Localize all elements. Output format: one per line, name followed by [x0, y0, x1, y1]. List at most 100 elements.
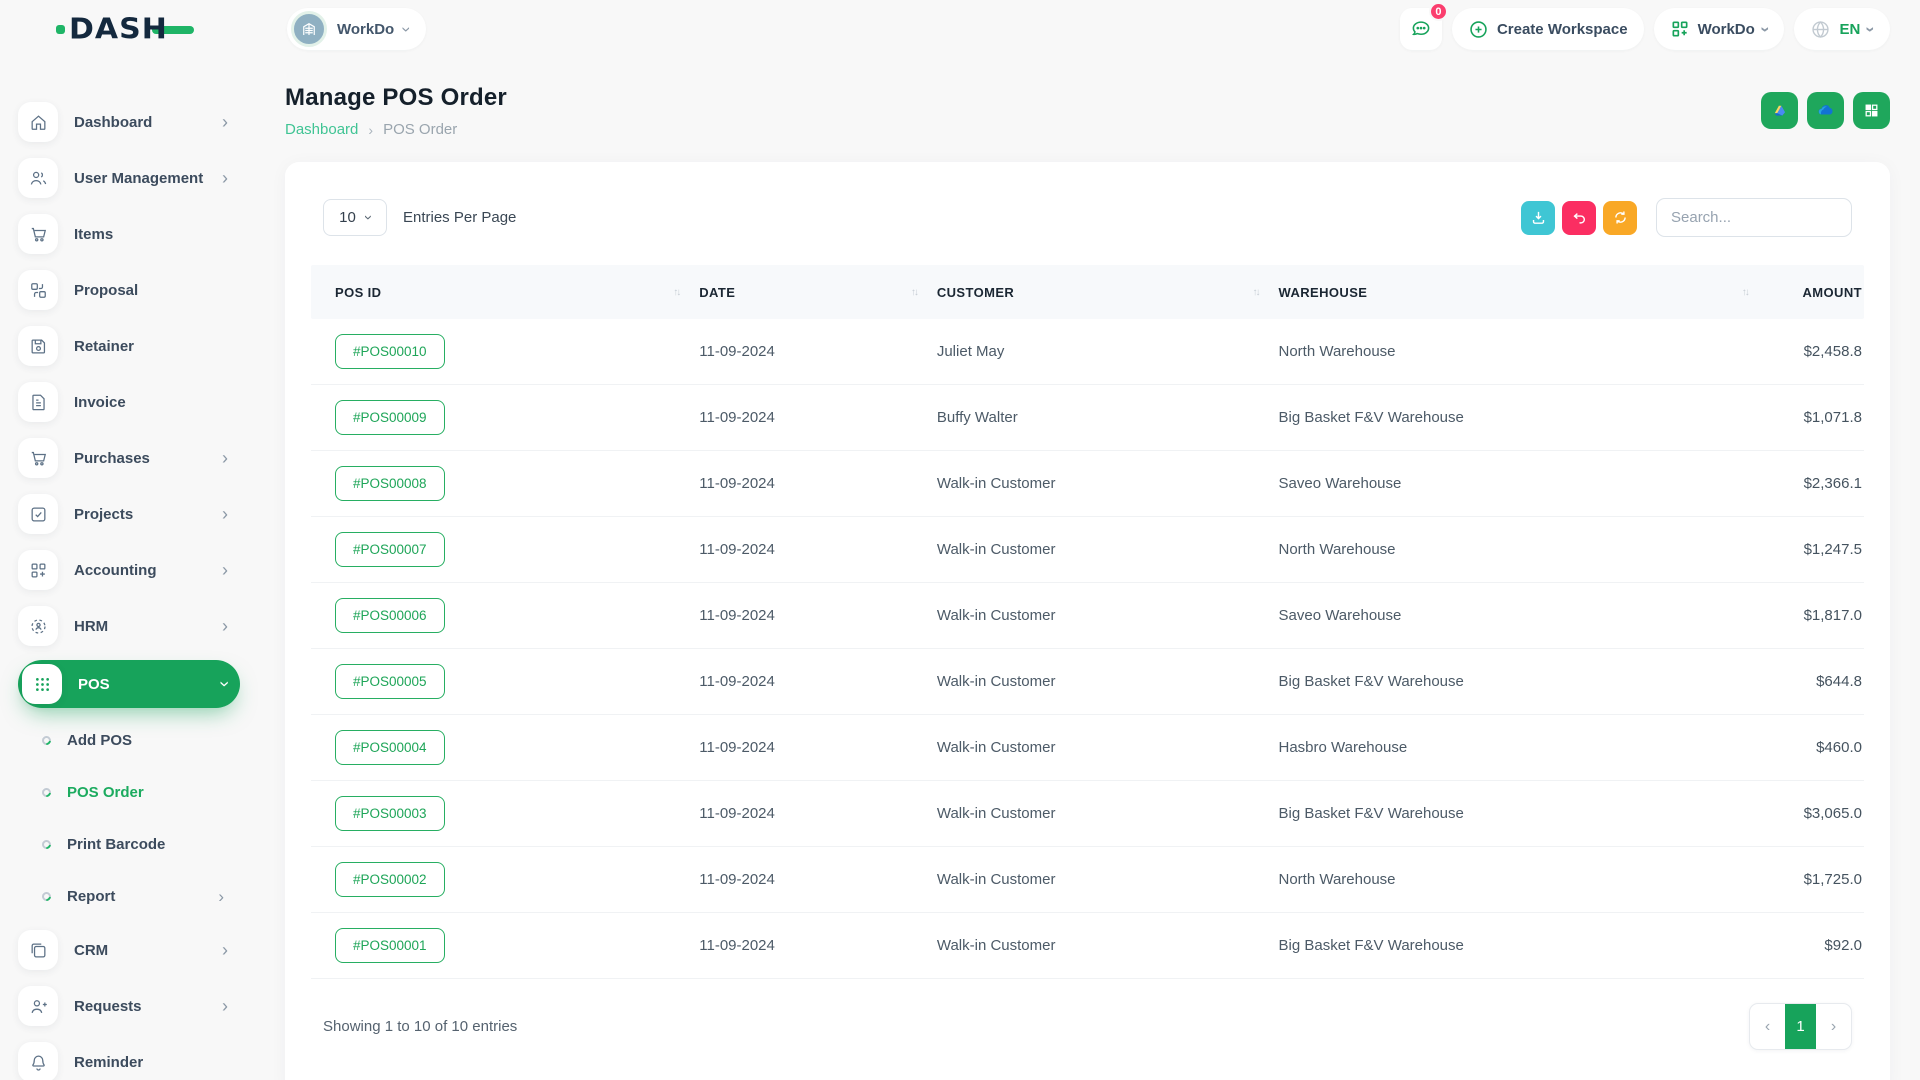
showing-entries-text: Showing 1 to 10 of 10 entries [323, 1018, 517, 1035]
language-selector[interactable]: EN › [1794, 8, 1890, 50]
sidebar-item-user-management[interactable]: User Management › [18, 156, 240, 200]
grid-view-button[interactable] [1853, 92, 1890, 129]
column-header-customer[interactable]: CUSTOMER ↑↓ [937, 285, 1279, 300]
date-cell: 11-09-2024 [699, 673, 937, 690]
table-row: #POS00010 11-09-2024 Juliet May North Wa… [311, 319, 1864, 385]
create-workspace-button[interactable]: Create Workspace [1452, 8, 1644, 50]
sidebar-item-dashboard[interactable]: Dashboard › [18, 100, 240, 144]
amount-cell: $1,725.0 [1768, 871, 1864, 888]
table-row: #POS00007 11-09-2024 Walk-in Customer No… [311, 517, 1864, 583]
workspace-selector[interactable]: WorkDo › [287, 8, 426, 50]
company-menu-button[interactable]: WorkDo › [1654, 8, 1785, 50]
pos-id-link[interactable]: #POS00007 [335, 532, 445, 567]
sidebar: Dashboard › User Management › Items Prop… [0, 58, 285, 1080]
pos-id-link[interactable]: #POS00003 [335, 796, 445, 831]
pagination-page-1[interactable]: 1 [1785, 1004, 1816, 1049]
column-header-pos-id[interactable]: POS ID ↑↓ [311, 285, 699, 300]
date-cell: 11-09-2024 [699, 871, 937, 888]
sidebar-item-invoice[interactable]: Invoice [18, 380, 240, 424]
sidebar-item-proposal[interactable]: Proposal [18, 268, 240, 312]
chevron-right-icon: › [218, 888, 224, 905]
download-icon [1530, 209, 1547, 226]
refresh-button[interactable] [1603, 201, 1637, 235]
swap-boxes-icon [29, 281, 48, 300]
check-square-icon [29, 505, 48, 524]
sidebar-item-accounting[interactable]: Accounting › [18, 548, 240, 592]
pagination-next-button[interactable]: › [1816, 1004, 1851, 1049]
customer-cell: Walk-in Customer [937, 805, 1279, 822]
breadcrumb-current: POS Order [383, 121, 457, 138]
bullet-icon [40, 838, 53, 851]
search-input[interactable] [1656, 198, 1852, 237]
logo-text: DASH [69, 12, 168, 45]
page-title: Manage POS Order [285, 84, 507, 112]
sidebar-item-retainer[interactable]: Retainer [18, 324, 240, 368]
customer-cell: Walk-in Customer [937, 937, 1279, 954]
users-icon [29, 169, 48, 188]
sidebar-item-requests[interactable]: Requests › [18, 984, 240, 1028]
entries-per-page-label: Entries Per Page [403, 209, 516, 226]
amount-cell: $2,458.8 [1768, 343, 1864, 360]
messages-button[interactable]: 0 [1400, 8, 1442, 50]
chevron-down-icon: › [366, 210, 371, 225]
plus-circle-icon [1468, 19, 1489, 40]
reset-button[interactable] [1562, 201, 1596, 235]
sidebar-subitem-print-barcode[interactable]: Print Barcode [18, 824, 240, 864]
column-header-amount[interactable]: AMOUNT [1768, 285, 1864, 300]
grid-icon [1863, 102, 1880, 119]
chevron-down-icon: › [222, 675, 228, 693]
warehouse-cell: North Warehouse [1279, 541, 1768, 558]
date-cell: 11-09-2024 [699, 343, 937, 360]
language-code: EN [1839, 21, 1860, 38]
sidebar-item-projects[interactable]: Projects › [18, 492, 240, 536]
sidebar-item-purchases[interactable]: Purchases › [18, 436, 240, 480]
pos-id-link[interactable]: #POS00005 [335, 664, 445, 699]
warehouse-cell: Big Basket F&V Warehouse [1279, 805, 1768, 822]
pos-id-link[interactable]: #POS00008 [335, 466, 445, 501]
date-cell: 11-09-2024 [699, 541, 937, 558]
sidebar-item-reminder[interactable]: Reminder [18, 1040, 240, 1080]
amount-cell: $2,366.1 [1768, 475, 1864, 492]
sidebar-item-items[interactable]: Items [18, 212, 240, 256]
sort-icon: ↑↓ [673, 287, 679, 298]
pagination: ‹ 1 › [1749, 1003, 1852, 1050]
customer-cell: Walk-in Customer [937, 871, 1279, 888]
sidebar-subitem-pos-order[interactable]: POS Order [18, 772, 240, 812]
company-menu-label: WorkDo [1698, 21, 1755, 38]
google-drive-button[interactable] [1761, 92, 1798, 129]
sidebar-subitem-add-pos[interactable]: Add POS [18, 720, 240, 760]
pos-id-link[interactable]: #POS00002 [335, 862, 445, 897]
pagination-prev-button[interactable]: ‹ [1750, 1004, 1785, 1049]
column-header-warehouse[interactable]: WAREHOUSE ↑↓ [1279, 285, 1768, 300]
table-row: #POS00005 11-09-2024 Walk-in Customer Bi… [311, 649, 1864, 715]
amount-cell: $460.0 [1768, 739, 1864, 756]
table-row: #POS00008 11-09-2024 Walk-in Customer Sa… [311, 451, 1864, 517]
pos-id-link[interactable]: #POS00001 [335, 928, 445, 963]
chevron-down-icon: › [1868, 21, 1874, 38]
hrm-icon [29, 617, 48, 636]
app-logo: DASH [56, 12, 287, 47]
chevron-right-icon: › [222, 997, 228, 1015]
sidebar-item-crm[interactable]: CRM › [18, 928, 240, 972]
chevron-right-icon: › [222, 941, 228, 959]
bullet-icon [40, 786, 53, 799]
date-cell: 11-09-2024 [699, 739, 937, 756]
breadcrumb-dashboard-link[interactable]: Dashboard [285, 121, 358, 138]
export-button[interactable] [1521, 201, 1555, 235]
sidebar-subitem-report[interactable]: Report › [18, 876, 240, 916]
pos-id-link[interactable]: #POS00006 [335, 598, 445, 633]
onedrive-button[interactable] [1807, 92, 1844, 129]
cart-icon [29, 225, 48, 244]
pos-id-link[interactable]: #POS00009 [335, 400, 445, 435]
pos-id-link[interactable]: #POS00010 [335, 334, 445, 369]
sidebar-item-hrm[interactable]: HRM › [18, 604, 240, 648]
entries-per-page-select[interactable]: 10 › [323, 199, 387, 236]
warehouse-cell: Saveo Warehouse [1279, 475, 1768, 492]
amount-cell: $1,071.8 [1768, 409, 1864, 426]
sort-icon: ↑↓ [1742, 287, 1748, 298]
pos-id-link[interactable]: #POS00004 [335, 730, 445, 765]
amount-cell: $644.8 [1768, 673, 1864, 690]
column-header-date[interactable]: DATE ↑↓ [699, 285, 937, 300]
sidebar-item-pos[interactable]: POS › [18, 660, 240, 708]
dots-grid-icon [33, 675, 52, 694]
